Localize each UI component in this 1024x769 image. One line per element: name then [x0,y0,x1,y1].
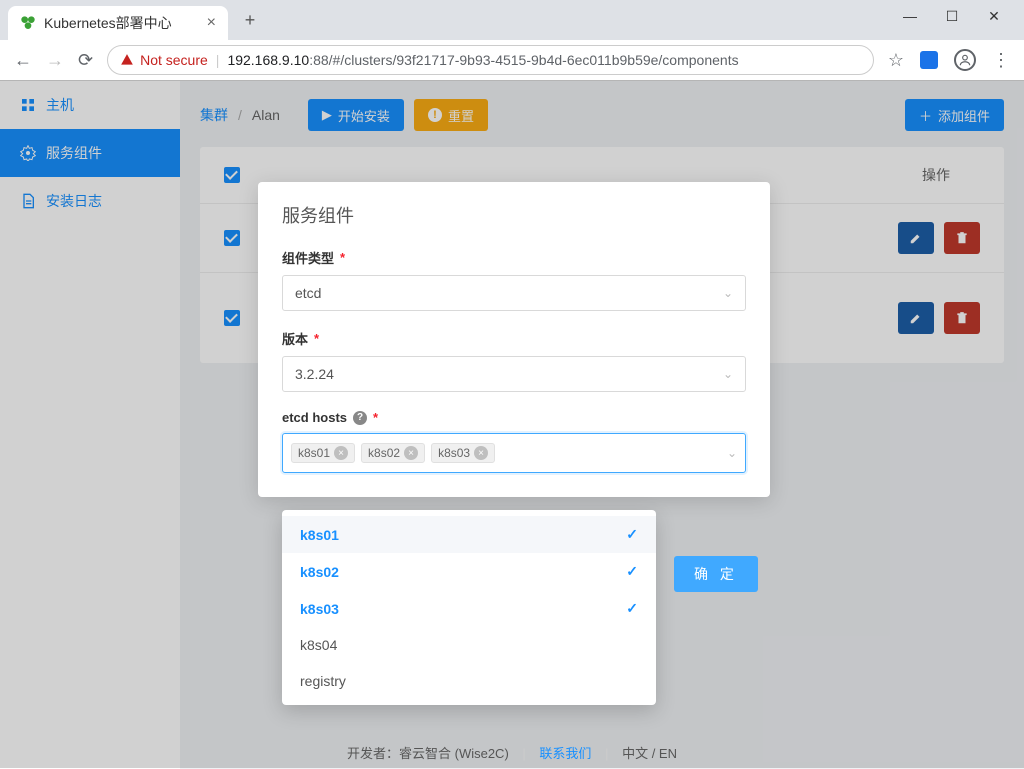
type-select[interactable]: etcd ⌄ [282,275,746,311]
language-switcher[interactable]: 中文 / EN [622,746,677,761]
confirm-button[interactable]: 确 定 [674,556,758,592]
back-button[interactable]: ← [14,50,32,71]
close-window-button[interactable]: ✕ [982,8,1006,25]
modal-footer: 确 定 [674,556,758,592]
forward-button[interactable]: → [46,50,64,71]
host-tag: k8s01× [291,443,355,463]
help-icon[interactable]: ? [353,411,367,425]
dropdown-option[interactable]: k8s03✓ [282,590,656,627]
host-tag: k8s02× [361,443,425,463]
maximize-button[interactable]: ☐ [940,8,964,25]
favicon [20,15,36,31]
dropdown-option[interactable]: k8s01✓ [282,516,656,553]
check-icon: ✓ [626,526,638,543]
close-tab-icon[interactable]: × [207,14,216,32]
window-controls: — ☐ ✕ [888,0,1016,33]
contact-link[interactable]: 联系我们 [539,746,591,761]
save-icon[interactable] [920,51,938,69]
chevron-down-icon: ⌄ [727,446,737,460]
tab-title: Kubernetes部署中心 [44,13,172,33]
modal-title: 服务组件 [258,182,770,236]
hosts-multiselect[interactable]: k8s01× k8s02× k8s03× ⌄ [282,433,746,473]
dropdown-option[interactable]: registry [282,663,656,699]
titlebar: Kubernetes部署中心 × + — ☐ ✕ [0,0,1024,40]
selected-tags: k8s01× k8s02× k8s03× [291,443,495,463]
chevron-down-icon: ⌄ [723,286,733,300]
remove-tag-icon[interactable]: × [474,446,488,460]
profile-icon[interactable] [954,49,976,71]
browser-toolbar: ← → ⟳ Not secure | 192.168.9.10:88/#/clu… [0,40,1024,80]
url-text: 192.168.9.10:88/#/clusters/93f21717-9b93… [227,52,860,68]
browser-tab[interactable]: Kubernetes部署中心 × [8,6,228,40]
component-modal: 服务组件 组件类型* etcd ⌄ 版本* 3.2.24 ⌄ etcd host… [258,182,770,497]
chevron-down-icon: ⌄ [723,367,733,381]
dropdown-option[interactable]: k8s04 [282,627,656,663]
dropdown-option[interactable]: k8s02✓ [282,553,656,590]
check-icon: ✓ [626,563,638,580]
page-footer: 开发者：睿云智合 (Wise2C) | 联系我们 | 中文 / EN [0,743,1024,762]
address-bar[interactable]: Not secure | 192.168.9.10:88/#/clusters/… [107,45,874,75]
browser-chrome: Kubernetes部署中心 × + — ☐ ✕ ← → ⟳ Not secur… [0,0,1024,81]
version-label: 版本* [282,329,746,348]
remove-tag-icon[interactable]: × [404,446,418,460]
menu-icon[interactable]: ⋮ [992,50,1010,71]
divider: | [216,52,220,68]
host-tag: k8s03× [431,443,495,463]
remove-tag-icon[interactable]: × [334,446,348,460]
minimize-button[interactable]: — [898,8,922,25]
type-label: 组件类型* [282,248,746,267]
new-tab-button[interactable]: + [236,6,264,34]
check-icon: ✓ [626,600,638,617]
hosts-dropdown: k8s01✓k8s02✓k8s03✓k8s04registry [282,510,656,705]
bookmark-icon[interactable]: ☆ [888,50,904,71]
hosts-label: etcd hosts ? * [282,410,746,425]
not-secure-indicator[interactable]: Not secure [120,52,208,68]
reload-button[interactable]: ⟳ [78,50,93,71]
version-select[interactable]: 3.2.24 ⌄ [282,356,746,392]
